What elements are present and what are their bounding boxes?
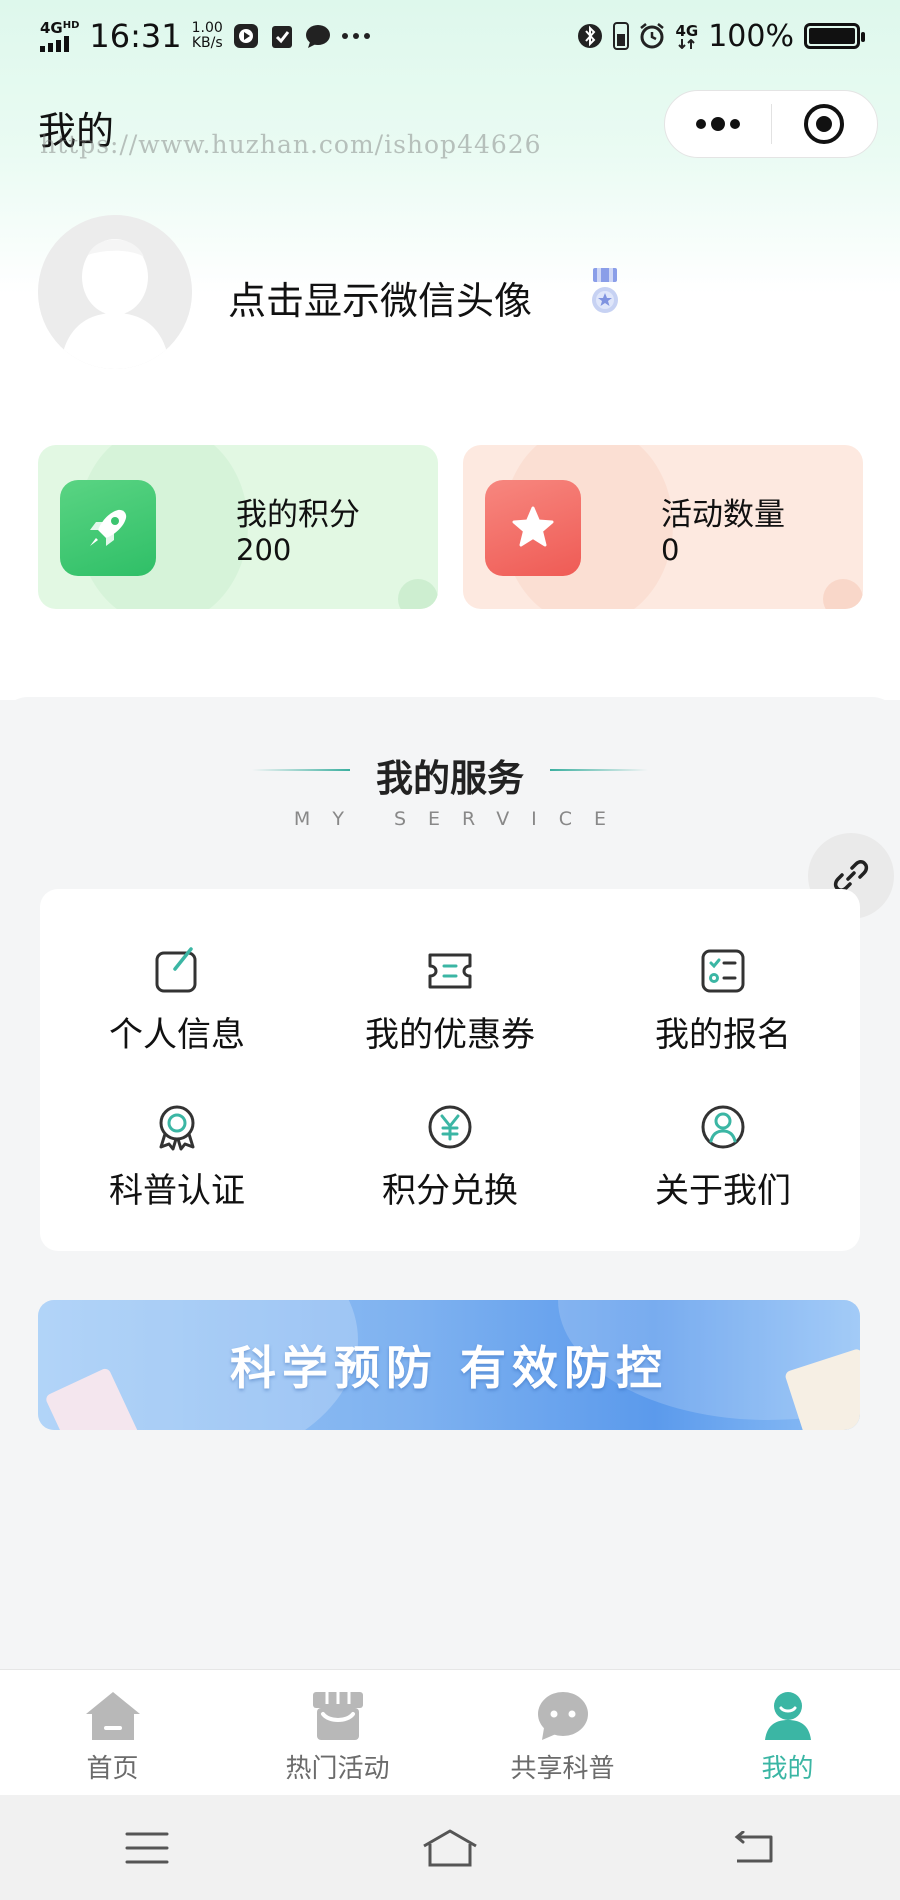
medal-icon (592, 268, 618, 313)
battery-percent: 100% (708, 18, 794, 54)
tab-shared-science[interactable]: 共享科普 (450, 1670, 675, 1795)
system-navigation-bar (0, 1795, 900, 1900)
back-icon[interactable] (731, 1830, 775, 1865)
profile-icon (764, 1692, 811, 1740)
services-heading: 我的服务 (0, 748, 900, 802)
service-points-exchange[interactable]: 积分兑换 (313, 1103, 587, 1243)
home-nav-icon[interactable] (420, 1828, 480, 1868)
chat-icon (537, 1692, 588, 1740)
banner-text: 科学预防 有效防控 (229, 1341, 668, 1395)
mobile-network-icon: 4G (675, 21, 699, 49)
more-menu-button[interactable] (665, 91, 771, 157)
status-bar: 4G HD 16:31 1.00 KB/s 4G 100% (0, 0, 900, 72)
mini-program-capsule (664, 90, 878, 158)
alarm-icon (640, 23, 665, 49)
nickname[interactable]: 点击显示微信头像 (228, 270, 532, 325)
service-label: 积分兑换 (382, 1171, 518, 1211)
tab-label: 热门活动 (285, 1754, 390, 1784)
service-about-us[interactable]: 关于我们 (586, 1103, 860, 1243)
star-icon (485, 480, 581, 576)
decorative-dot (823, 579, 863, 609)
award-icon (159, 1105, 195, 1151)
service-label: 我的报名 (655, 1015, 791, 1055)
service-label: 个人信息 (109, 1015, 245, 1055)
bluetooth-icon (578, 24, 603, 48)
more-notifications-icon (341, 33, 370, 39)
yen-coin-icon (428, 1105, 472, 1149)
points-value: 200 (236, 533, 292, 567)
target-icon (804, 104, 845, 144)
points-label: 我的积分 (236, 497, 360, 533)
tab-label: 共享科普 (510, 1754, 615, 1784)
network-hd: HD (62, 19, 80, 31)
close-mini-program-button[interactable] (772, 91, 878, 157)
activities-value: 0 (661, 533, 680, 567)
phone-battery-icon (613, 22, 630, 50)
service-my-coupons[interactable]: 我的优惠券 (313, 947, 587, 1087)
network-speed: 1.00 KB/s (192, 21, 223, 50)
service-science-certification[interactable]: 科普认证 (40, 1103, 314, 1243)
service-my-registrations[interactable]: 我的报名 (586, 947, 860, 1087)
user-circle-icon (701, 1105, 745, 1149)
signal-icon: 4G HD (40, 18, 80, 52)
tab-label: 我的 (761, 1754, 814, 1784)
coupon-icon (428, 953, 472, 989)
default-avatar-icon (38, 215, 192, 369)
service-personal-info[interactable]: 个人信息 (40, 947, 314, 1087)
bottom-tab-bar: 首页 热门活动 共享科普 我的 (0, 1669, 900, 1795)
services-card: 个人信息 我的优惠券 我的报名 科普认证 积分兑换 关于我们 (40, 889, 860, 1251)
watermark: https://www.huzhan.com/ishop44626 (40, 130, 542, 159)
clock: 16:31 (89, 17, 182, 55)
tab-label: 首页 (86, 1754, 139, 1784)
avatar[interactable] (38, 215, 192, 369)
services-subtitle: MY SERVICE (293, 808, 629, 830)
service-label: 关于我们 (655, 1171, 791, 1211)
shop-icon (312, 1692, 363, 1740)
checklist-icon (701, 949, 745, 993)
service-label: 我的优惠券 (365, 1015, 535, 1055)
video-app-icon (233, 24, 258, 48)
decorative-dot (398, 579, 438, 609)
edit-icon (155, 947, 197, 993)
service-label: 科普认证 (109, 1171, 245, 1211)
tab-hot-activities[interactable]: 热门活动 (225, 1670, 450, 1795)
message-icon (305, 25, 330, 48)
activities-label: 活动数量 (661, 497, 785, 533)
network-type-right: 4G (675, 21, 699, 40)
more-dots-icon (695, 117, 740, 131)
activities-card[interactable]: 活动数量 0 (463, 445, 863, 609)
speed-value: 1.00 (191, 20, 223, 37)
clipboard-icon (271, 26, 292, 48)
points-card[interactable]: 我的积分 200 (38, 445, 438, 609)
battery-icon (804, 23, 865, 49)
menu-icon[interactable] (125, 1831, 169, 1865)
home-icon (85, 1692, 140, 1740)
tab-mine[interactable]: 我的 (675, 1670, 900, 1795)
promo-banner[interactable]: 科学预防 有效防控 (38, 1300, 860, 1430)
rocket-icon (60, 480, 156, 576)
speed-unit: KB/s (191, 35, 223, 51)
network-type: 4G (40, 18, 63, 37)
services-title: 我的服务 (376, 757, 524, 800)
tab-home[interactable]: 首页 (0, 1670, 225, 1795)
